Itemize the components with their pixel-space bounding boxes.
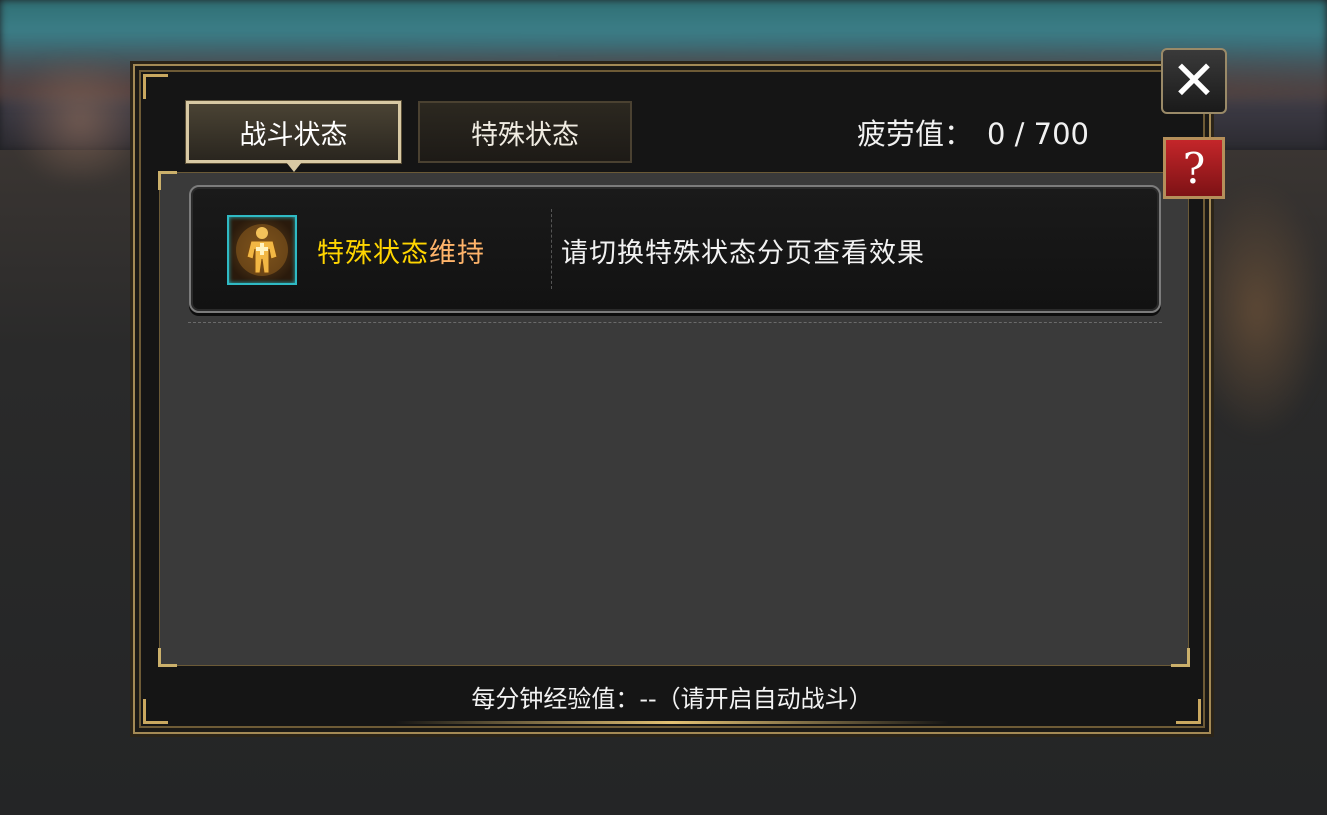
row-separator xyxy=(188,322,1162,323)
buff-body-icon[interactable] xyxy=(227,215,297,285)
content-corner-ornament xyxy=(158,171,177,190)
content-corner-ornament xyxy=(158,648,177,667)
status-name-part1: 特殊状态 xyxy=(317,238,429,269)
fatigue-display: 疲劳值： 0 / 700 xyxy=(857,111,1089,153)
fatigue-value: 0 / 700 xyxy=(986,117,1089,151)
footer-glow-line xyxy=(395,721,949,724)
status-row: 特殊状态维持 请切换特殊状态分页查看效果 xyxy=(189,185,1161,313)
close-button[interactable]: ✕ xyxy=(1161,48,1227,114)
panel-corner-ornament xyxy=(143,74,168,99)
content-corner-ornament xyxy=(1171,648,1190,667)
question-icon: ? xyxy=(1182,143,1206,193)
fatigue-label: 疲劳值： xyxy=(856,117,973,151)
close-icon: ✕ xyxy=(1171,49,1217,112)
status-name: 特殊状态维持 xyxy=(317,231,485,270)
tab-battle-status[interactable]: 战斗状态 xyxy=(186,101,401,172)
tab-special-status[interactable]: 特殊状态 xyxy=(418,101,632,163)
buff-body-icon-graphic xyxy=(236,224,288,276)
tab-special-status-label: 特殊状态 xyxy=(471,119,579,151)
row-divider xyxy=(551,209,552,289)
exp-per-minute-text: 每分钟经验值：--（请开启自动战斗） xyxy=(471,685,873,713)
status-panel: 战斗状态 特殊状态 疲劳值： 0 / 700 特殊状态维持 请切换特殊状态分页查… xyxy=(133,64,1211,734)
status-description: 请切换特殊状态分页查看效果 xyxy=(561,238,925,269)
status-list-area: 特殊状态维持 请切换特殊状态分页查看效果 xyxy=(158,171,1190,667)
help-button[interactable]: ? xyxy=(1163,137,1225,199)
tab-battle-status-label: 战斗状态 xyxy=(239,119,348,151)
status-name-part2: 维持 xyxy=(429,238,485,269)
